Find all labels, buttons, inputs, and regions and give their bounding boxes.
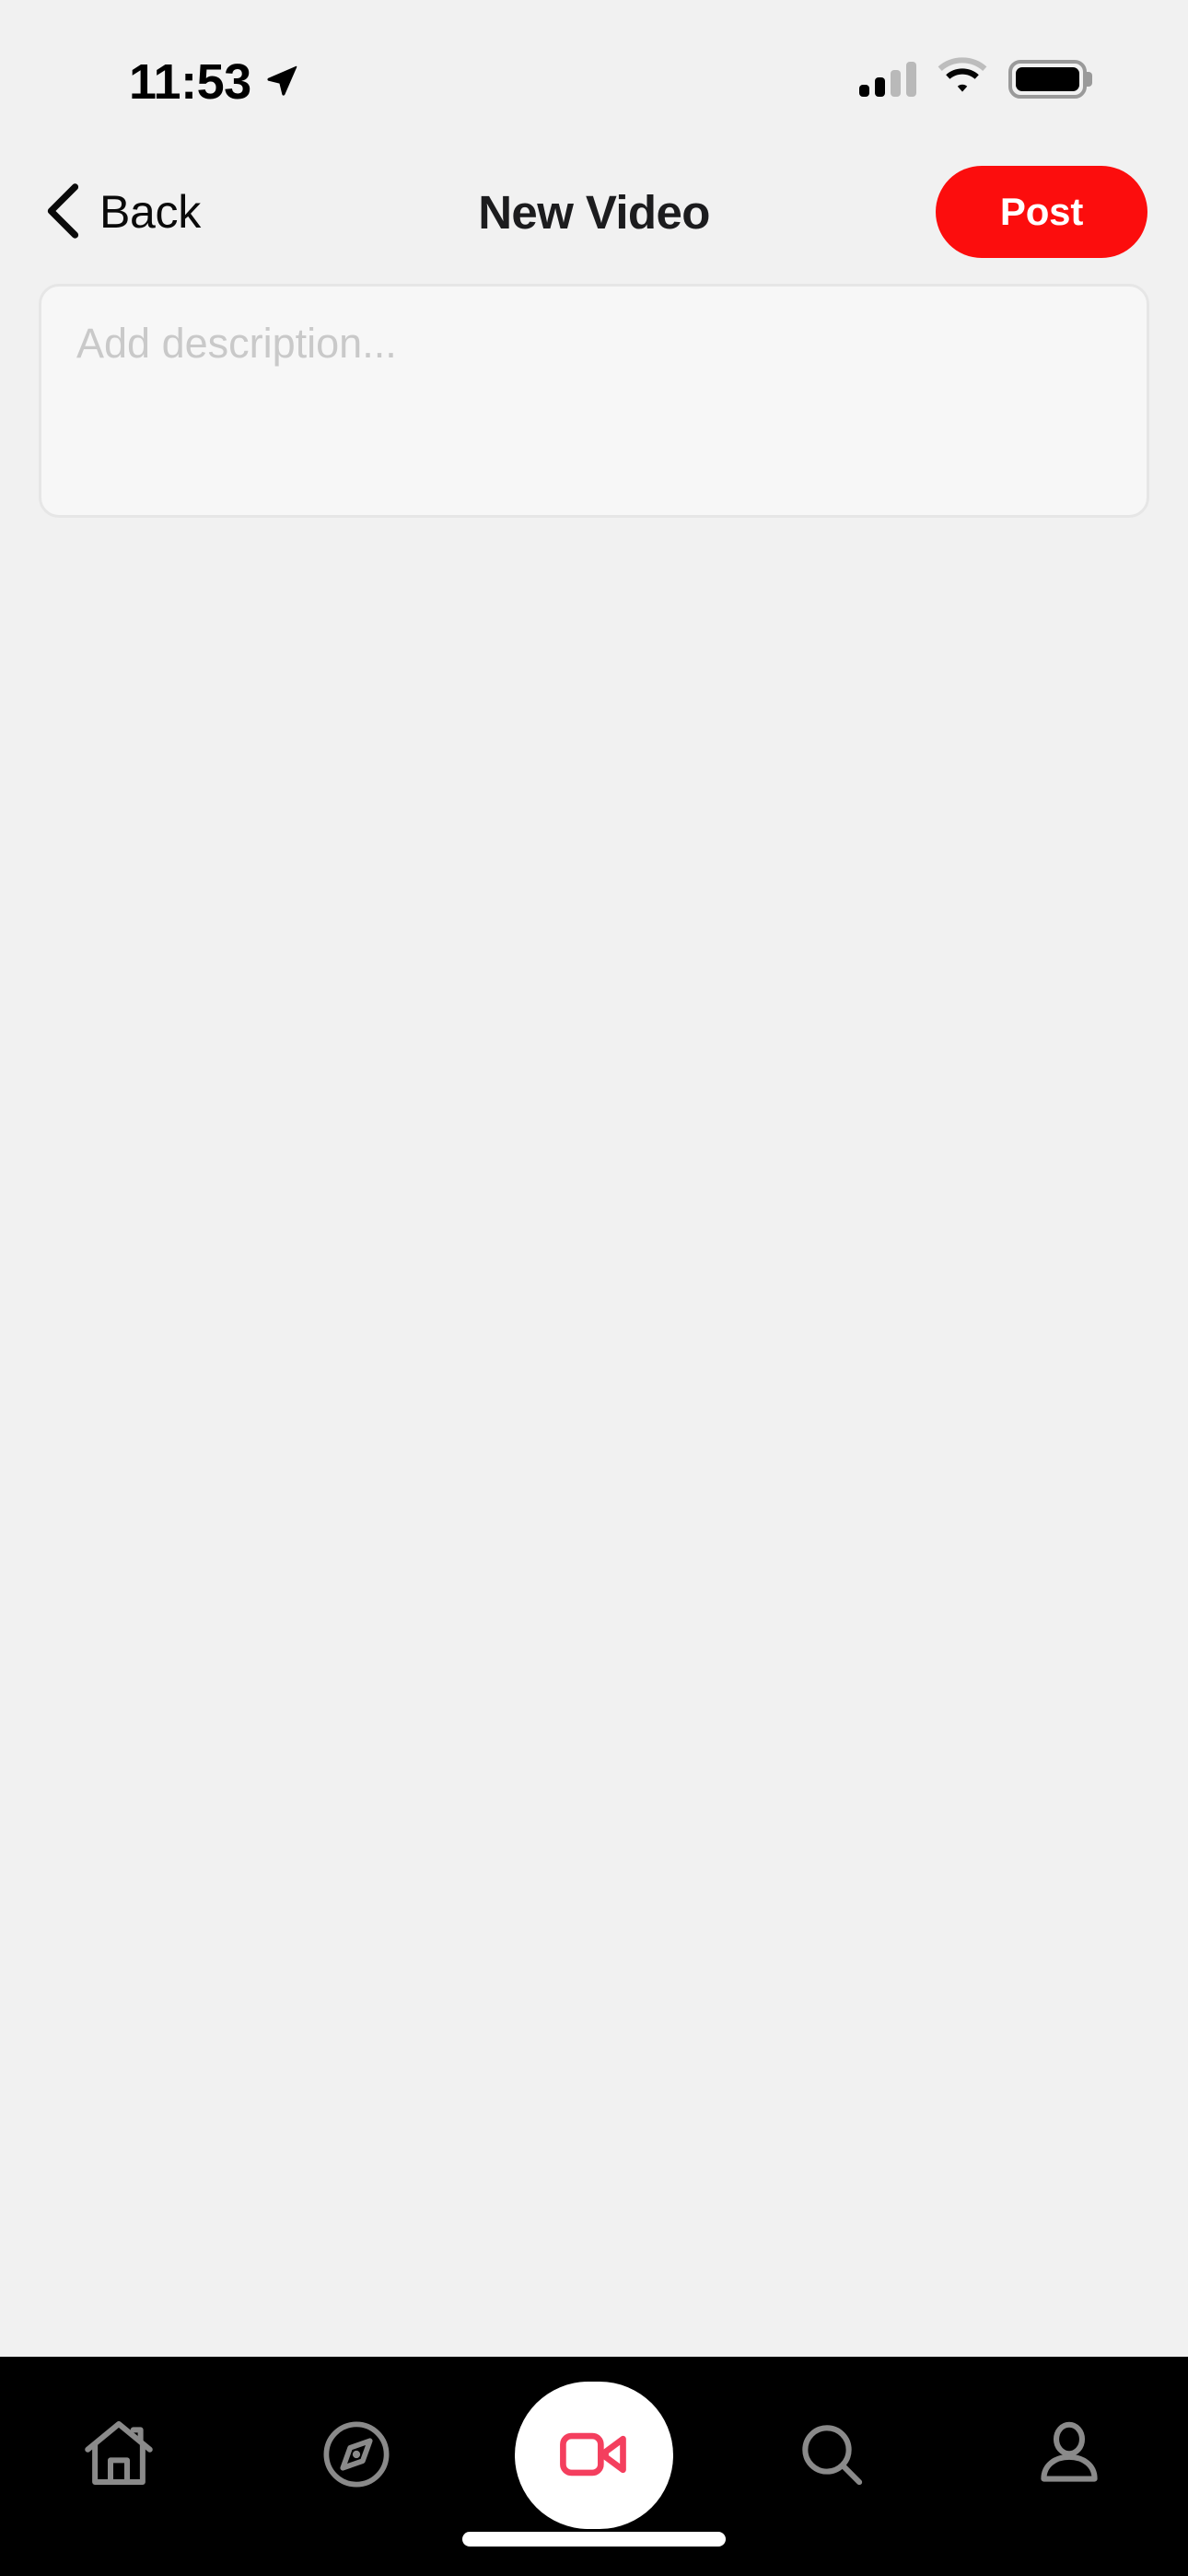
back-button-label: Back	[99, 186, 201, 238]
tab-item-create[interactable]	[475, 2373, 713, 2537]
chevron-left-icon	[46, 182, 79, 241]
status-time: 11:53	[129, 54, 251, 110]
compass-icon	[317, 2415, 396, 2497]
bottom-tab-bar	[0, 2357, 1188, 2576]
tab-item-profile[interactable]	[950, 2373, 1188, 2537]
back-button[interactable]: Back	[41, 174, 206, 251]
battery-icon	[1008, 59, 1092, 99]
wifi-icon	[937, 57, 988, 100]
description-input[interactable]	[39, 284, 1149, 518]
create-button-pill	[515, 2382, 673, 2529]
status-bar-right	[859, 57, 1092, 100]
location-arrow-icon	[264, 63, 299, 102]
tab-item-search[interactable]	[713, 2373, 950, 2537]
status-bar: 11:53	[0, 0, 1188, 157]
post-button[interactable]: Post	[936, 166, 1147, 258]
search-icon	[792, 2415, 871, 2497]
app-screen: 11:53 Back New Video Post Add descriptio…	[0, 0, 1188, 2576]
home-icon	[77, 2413, 160, 2499]
cellular-signal-icon	[859, 61, 916, 97]
status-bar-left: 11:53	[129, 57, 299, 107]
navigation-header: Back New Video Post	[0, 157, 1188, 267]
tab-item-home[interactable]	[0, 2373, 238, 2537]
person-icon	[1030, 2415, 1109, 2497]
main-content	[0, 267, 1188, 2357]
home-indicator	[462, 2532, 726, 2547]
video-camera-icon	[555, 2416, 633, 2496]
tab-item-explore[interactable]	[238, 2373, 475, 2537]
